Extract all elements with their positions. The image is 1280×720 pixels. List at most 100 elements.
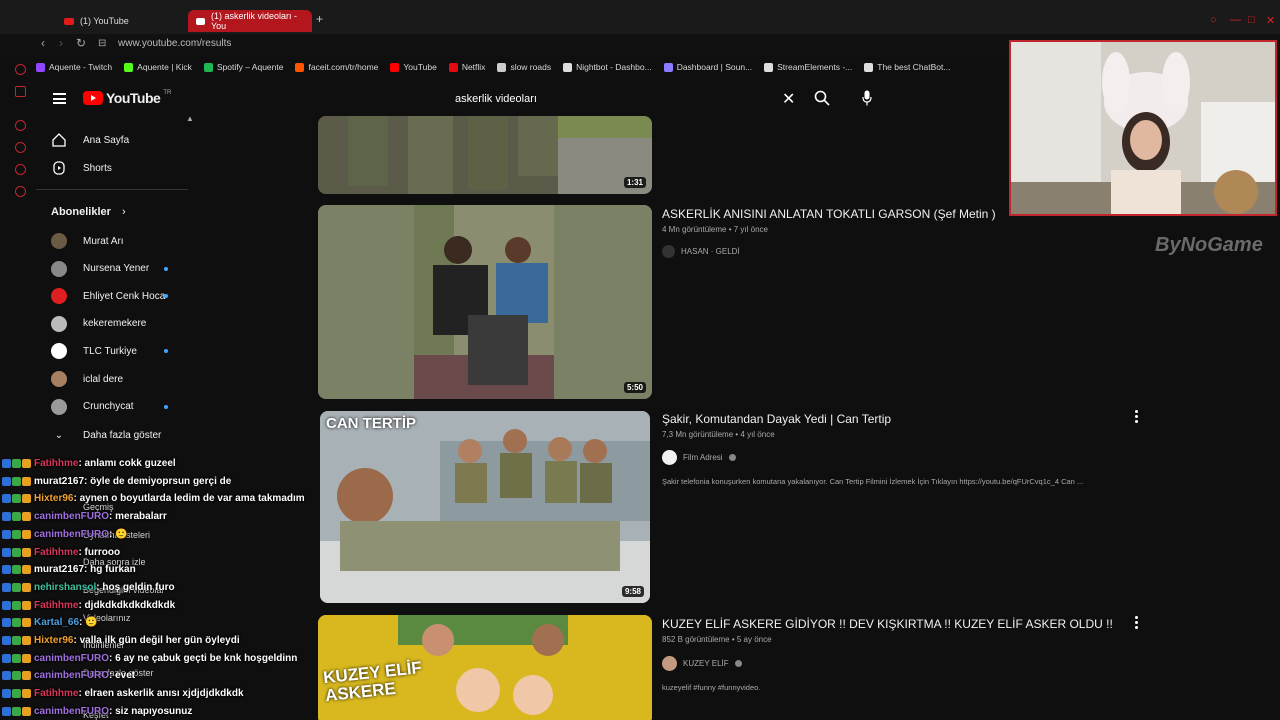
thumbnail-caption: CAN TERTİP: [326, 415, 416, 432]
sidebar-item-subscription[interactable]: Murat Arı: [51, 233, 124, 249]
search-input[interactable]: askerlik videoları: [444, 85, 806, 113]
bookmark-favicon-icon: [390, 62, 400, 72]
bookmarks-bar: Aquente - Twitch Aquente | Kick Spotify – …: [36, 58, 950, 76]
bookmark-item[interactable]: Nightbot - Dashbo...: [563, 62, 652, 72]
close-icon[interactable]: ✕: [1266, 14, 1275, 27]
video-title[interactable]: KUZEY ELİF ASKERE GİDİYOR !! DEV KIŞKIRT…: [662, 617, 1113, 631]
bookmark-item[interactable]: Spotify – Aquente: [203, 62, 283, 72]
avatar: [662, 450, 677, 465]
chat-message: Fatihhme: furrooo: [2, 544, 120, 561]
chat-text: : furrooo: [78, 546, 121, 558]
avatar: [51, 343, 67, 360]
chevron-right-icon: ›: [121, 206, 126, 218]
bookmark-favicon-icon: [864, 62, 874, 72]
more-actions-icon[interactable]: [1135, 410, 1139, 423]
clear-search-icon[interactable]: ✕: [782, 89, 795, 109]
more-actions-icon[interactable]: [1135, 616, 1139, 629]
sidebar-divider: [36, 189, 188, 190]
sidebar-scroll-up-icon[interactable]: ▲: [186, 114, 194, 123]
menu-icon[interactable]: [53, 93, 66, 104]
bookmark-item[interactable]: YouTube: [390, 62, 437, 72]
rail-icon[interactable]: [15, 142, 26, 153]
site-info-icon[interactable]: ⊟: [98, 38, 106, 49]
chat-badges-icon: [2, 671, 31, 681]
sidebar-item-subscription[interactable]: TLC Turkiye: [51, 343, 168, 360]
reload-icon[interactable]: ↻: [76, 36, 86, 50]
bookmark-item[interactable]: Netflix: [448, 62, 485, 72]
chat-message: murat2167: hg furkan: [2, 561, 136, 578]
bookmark-item[interactable]: Aquente - Twitch: [36, 62, 112, 72]
forward-icon[interactable]: ›: [59, 36, 63, 50]
video-thumbnail[interactable]: 5:50: [318, 205, 652, 399]
bookmark-favicon-icon: [497, 62, 507, 72]
sidebar-item-shorts[interactable]: Shorts: [51, 160, 112, 176]
rail-icon[interactable]: [15, 186, 26, 197]
video-duration: 5:50: [623, 382, 646, 393]
chat-text: : hg furkan: [84, 564, 136, 576]
bookmark-item[interactable]: faceit.com/tr/home: [295, 62, 378, 72]
soldiers-thumbnail-art: [318, 116, 652, 194]
maximize-icon[interactable]: □: [1248, 14, 1255, 26]
tab-youtube[interactable]: (1) YouTube: [56, 10, 137, 32]
chat-badges-icon: [2, 582, 31, 592]
chat-badges-icon: [2, 529, 31, 539]
url-field[interactable]: www.youtube.com/results: [118, 38, 231, 49]
microphone-icon[interactable]: [862, 90, 872, 106]
bookmark-item[interactable]: StreamElements -...: [764, 62, 852, 72]
chat-message: Kartal_66: 🙂: [2, 614, 98, 631]
chat-message: nehirshansol: hoş geldin furo: [2, 579, 175, 596]
video-title[interactable]: Şakir, Komutandan Dayak Yedi | Can Terti…: [662, 412, 891, 426]
channel-link[interactable]: Film Adresi: [662, 450, 736, 465]
sidebar-item-subscription[interactable]: Nursena Yener: [51, 260, 168, 277]
subscriptions-header[interactable]: Abonelikler ›: [51, 206, 126, 218]
channel-link[interactable]: KUZEY ELİF: [662, 656, 742, 671]
sidebar-item-subscription[interactable]: iclal dere: [51, 371, 123, 387]
minimize-icon[interactable]: —: [1230, 14, 1241, 26]
bookmark-item[interactable]: Dashboard | Soun...: [663, 62, 752, 72]
sidebar-item-home[interactable]: Ana Sayfa: [51, 132, 129, 148]
search-icon[interactable]: ○: [1210, 14, 1217, 26]
chat-username: canimbenFURO: [34, 652, 110, 664]
bookmark-item[interactable]: slow roads: [497, 62, 551, 72]
new-tab-button[interactable]: +: [316, 12, 323, 26]
bookmark-favicon-icon: [36, 62, 45, 72]
chat-badges-icon: [2, 565, 31, 575]
chat-message: Hixter96: valla ilk gün değil her gün öy…: [2, 632, 240, 649]
video-thumbnail[interactable]: 1:31: [318, 116, 652, 194]
back-icon[interactable]: ‹: [41, 36, 45, 50]
avatar: [662, 656, 677, 671]
tab-search-results[interactable]: (1) askerlik videoları - You: [188, 10, 312, 32]
youtube-play-icon: [83, 91, 103, 105]
bookmark-item[interactable]: Aquente | Kick: [124, 62, 192, 72]
chat-message: canimbenFURO: merabalarr: [2, 508, 167, 525]
video-duration: 9:58: [621, 586, 644, 597]
chat-username: Hixter96: [34, 493, 74, 505]
chat-username: canimbenFURO: [34, 670, 110, 682]
video-meta: 7,3 Mn görüntüleme • 4 yıl önce: [662, 430, 775, 439]
chat-username: canimbenFURO: [34, 511, 110, 523]
show-more-button[interactable]: ⌄ Daha fazla göster: [51, 427, 162, 443]
chat-username: Fatihhme: [34, 599, 79, 611]
chat-badges-icon: [2, 689, 31, 699]
chevron-down-icon: ⌄: [54, 429, 64, 441]
new-content-dot: [164, 294, 168, 299]
video-title[interactable]: ASKERLİK ANISINI ANLATAN TOKATLI GARSON …: [662, 207, 996, 221]
avatar: [51, 315, 67, 332]
rail-icon[interactable]: [15, 120, 26, 131]
chat-username: canimbenFURO: [34, 705, 110, 717]
sidebar-item-subscription[interactable]: kekeremekere: [51, 315, 146, 332]
video-thumbnail[interactable]: CAN TERTİP 9:58: [320, 411, 650, 603]
avatar: [51, 398, 67, 415]
youtube-logo[interactable]: YouTube TR: [83, 90, 171, 106]
chat-badges-icon: [2, 476, 31, 486]
chat-username: Fatihhme: [34, 458, 79, 469]
rail-icon[interactable]: [15, 64, 26, 75]
rail-icon[interactable]: [15, 86, 26, 97]
channel-link[interactable]: HASAN · GELDİ: [662, 245, 740, 258]
video-thumbnail[interactable]: KUZEY ELİF ASKERE: [318, 615, 652, 720]
rail-icon[interactable]: [15, 164, 26, 175]
sidebar-item-subscription[interactable]: Crunchycat: [51, 398, 168, 415]
sidebar-item-subscription[interactable]: Ehliyet Cenk Hoca: [51, 288, 168, 305]
bookmark-item[interactable]: The best ChatBot...: [864, 62, 950, 72]
search-icon[interactable]: [814, 90, 830, 106]
